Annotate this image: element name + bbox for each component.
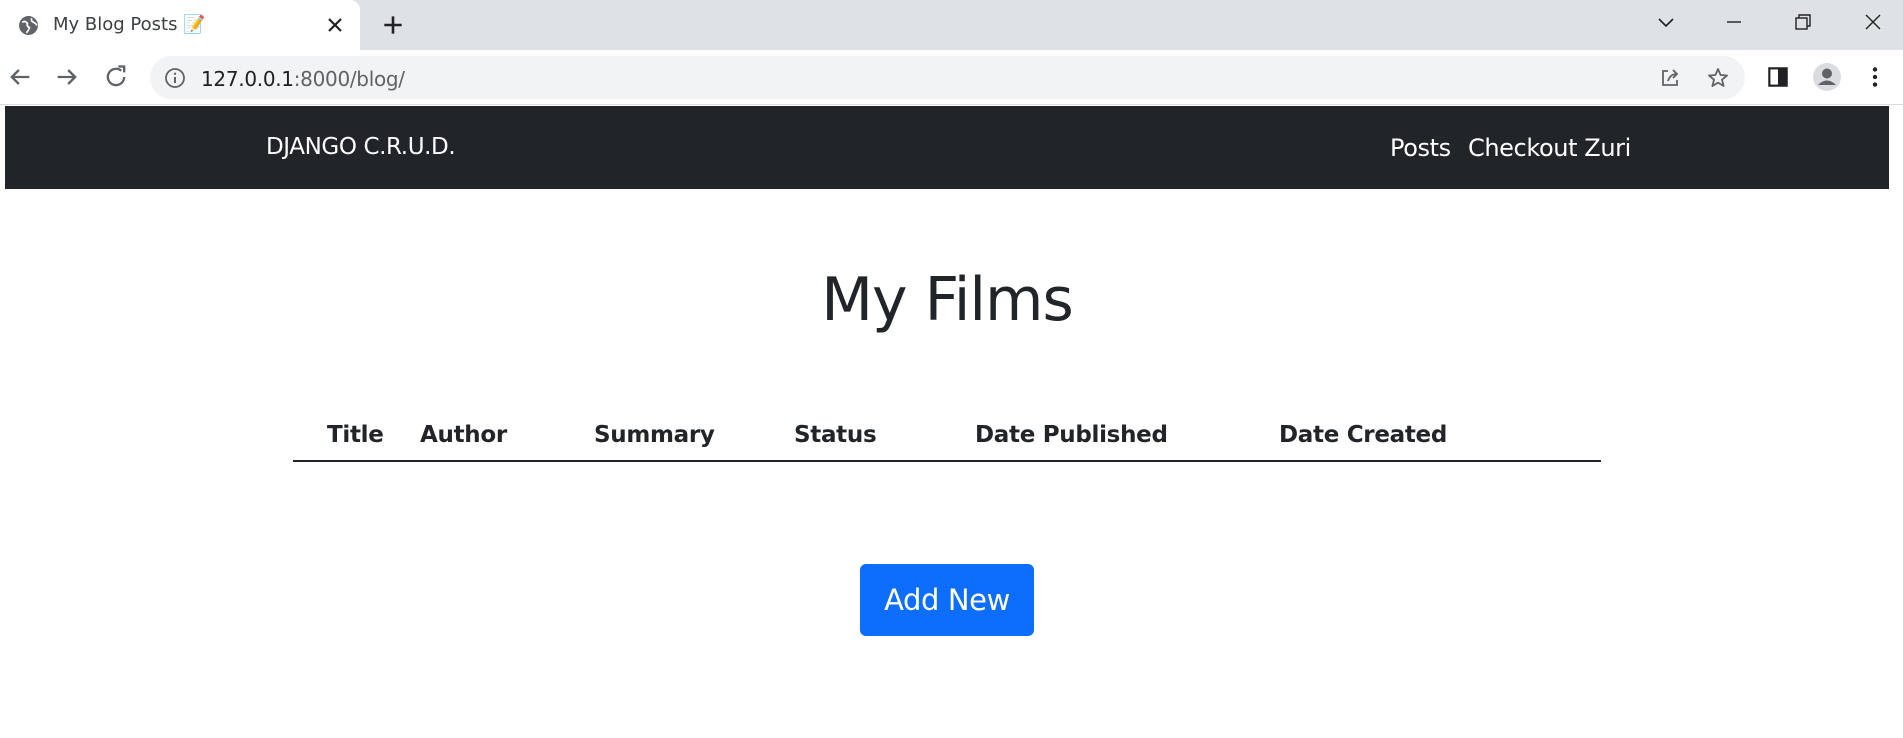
site-navbar: DJANGO C.R.U.D. Posts Checkout Zuri [5, 106, 1889, 189]
url-text[interactable]: 127.0.0.1:8000/blog/ [201, 67, 405, 91]
page-title: My Films [821, 265, 1074, 335]
column-header-date-published: Date Published [975, 410, 1279, 462]
url-path: :8000/blog/ [293, 67, 405, 91]
table-header-row: Title Author Summary Status Date Publish… [293, 410, 1601, 462]
browser-tab-strip: My Blog Posts 📝 [0, 0, 1903, 50]
column-header-summary: Summary [594, 410, 794, 462]
close-icon[interactable] [323, 13, 347, 37]
globe-icon [19, 16, 38, 35]
share-icon[interactable] [1658, 66, 1682, 90]
column-header-status: Status [794, 410, 975, 462]
address-bar[interactable]: 127.0.0.1:8000/blog/ [150, 56, 1745, 99]
navbar-brand[interactable]: DJANGO C.R.U.D. [266, 134, 456, 160]
kebab-menu-icon[interactable] [1862, 64, 1888, 90]
back-arrow-icon[interactable] [6, 63, 34, 91]
tab-title: My Blog Posts 📝 [53, 14, 206, 35]
close-icon[interactable] [1861, 10, 1885, 34]
browser-tab[interactable]: My Blog Posts 📝 [0, 0, 360, 50]
minimize-icon[interactable] [1722, 10, 1746, 34]
chevron-down-icon[interactable] [1654, 10, 1678, 34]
url-host: 127.0.0.1 [201, 67, 294, 91]
nav-link-checkout-zuri[interactable]: Checkout Zuri [1468, 134, 1631, 162]
column-header-title: Title [293, 410, 420, 462]
column-header-date-created: Date Created [1279, 410, 1601, 462]
info-icon[interactable] [164, 67, 186, 89]
side-panel-icon[interactable] [1765, 64, 1791, 90]
plus-icon[interactable] [380, 12, 406, 38]
reload-icon[interactable] [102, 63, 130, 91]
restore-icon[interactable] [1791, 10, 1815, 34]
column-header-author: Author [420, 410, 594, 462]
star-icon[interactable] [1706, 66, 1730, 90]
forward-arrow-icon[interactable] [53, 63, 81, 91]
nav-link-posts[interactable]: Posts [1390, 134, 1451, 162]
profile-avatar-icon[interactable] [1812, 62, 1842, 92]
browser-toolbar: 127.0.0.1:8000/blog/ [0, 50, 1903, 105]
films-table: Title Author Summary Status Date Publish… [293, 410, 1601, 462]
films-table-container: Title Author Summary Status Date Publish… [293, 410, 1601, 462]
add-new-button[interactable]: Add New [860, 564, 1034, 636]
